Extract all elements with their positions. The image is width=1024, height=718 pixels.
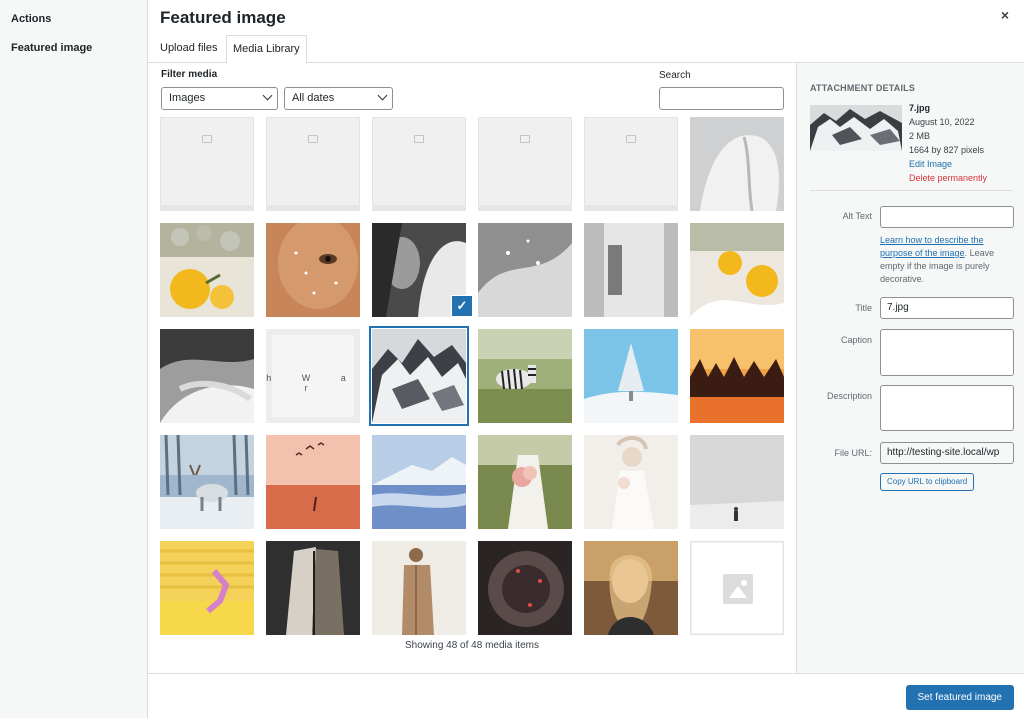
description-label: Description (826, 391, 872, 401)
search-label: Search (659, 70, 691, 81)
details-filename: 7.jpg (909, 103, 931, 113)
alt-text-help: Learn how to describe the purpose of the… (880, 234, 1016, 286)
media-tile-freckles-face[interactable] (266, 223, 360, 317)
media-type-select[interactable]: Images (161, 87, 278, 110)
image-placeholder-icon (308, 135, 318, 143)
media-tile-blue-glacier[interactable] (372, 435, 466, 529)
media-tile-lemons-2[interactable] (690, 223, 784, 317)
edit-image-link[interactable]: Edit Image (909, 157, 987, 171)
media-tile-blank[interactable] (690, 541, 784, 635)
image-placeholder-icon (723, 574, 753, 604)
image-placeholder-icon (414, 135, 424, 143)
router-tabs: Upload files Media Library (148, 35, 1024, 64)
media-tile-placeholder[interactable] (584, 117, 678, 211)
media-tile-white-tshirt[interactable] (584, 223, 678, 317)
delete-permanently-link[interactable]: Delete permanently (909, 171, 987, 185)
details-dimensions: 1664 by 827 pixels (909, 145, 985, 155)
caption-label: Caption (840, 335, 872, 345)
media-tile-snowy-mountain[interactable] (372, 329, 466, 423)
file-url-input[interactable]: http://testing-site.local/wp (880, 442, 1014, 464)
media-tile-round-mirror[interactable] (478, 541, 572, 635)
image-placeholder-icon (520, 135, 530, 143)
alt-text-input[interactable] (880, 206, 1014, 228)
media-tile-reindeer[interactable] (160, 435, 254, 529)
tab-upload-files[interactable]: Upload files (154, 35, 223, 63)
details-meta: 7.jpg August 10, 2022 2 MB 1664 by 827 p… (909, 101, 987, 185)
date-filter-select[interactable]: All dates (284, 87, 393, 110)
selected-check-icon[interactable]: ✓ (452, 296, 472, 316)
modal-title: Featured image (160, 8, 286, 27)
media-tile-sunset-lake[interactable] (690, 329, 784, 423)
chevron-down-icon (262, 90, 273, 101)
media-count: Showing 48 of 48 media items (405, 640, 539, 651)
tile-shadow (160, 205, 254, 211)
description-textarea[interactable] (880, 385, 1014, 431)
media-tile-lemons[interactable] (160, 223, 254, 317)
chevron-down-icon (377, 90, 388, 101)
media-tile-white-fabric[interactable] (478, 223, 572, 317)
media-tile-placeholder[interactable] (372, 117, 466, 211)
tile-shadow (372, 205, 466, 211)
details-thumbnail (810, 105, 902, 151)
alt-text-label: Alt Text (842, 211, 872, 221)
media-tile-placeholder[interactable] (266, 117, 360, 211)
media-menu: Actions Featured image (0, 0, 148, 718)
date-filter-value: All dates (292, 92, 335, 104)
details-divider (810, 190, 1012, 191)
media-tile-bride-flowers[interactable] (584, 435, 678, 529)
close-icon[interactable]: × (998, 8, 1012, 22)
media-tile-zebra[interactable] (478, 329, 572, 423)
media-tile-woman-hair[interactable] (160, 329, 254, 423)
tab-media-library[interactable]: Media Library (226, 35, 307, 64)
tile-letters: h W a r (266, 373, 360, 393)
menu-item-featured-image[interactable]: Featured image (0, 35, 147, 61)
menu-item-actions: Actions (11, 13, 52, 25)
tile-shadow (266, 205, 360, 211)
media-tile-placeholder[interactable] (478, 117, 572, 211)
modal-footer: Set featured image (148, 673, 1024, 718)
media-tile-figure-gray[interactable] (690, 435, 784, 529)
tile-shadow (478, 205, 572, 211)
media-tile-snow-tree[interactable] (584, 329, 678, 423)
caption-textarea[interactable] (880, 329, 1014, 376)
image-placeholder-icon (626, 135, 636, 143)
filter-media-label: Filter media (161, 69, 218, 80)
media-tile-birds-sunset[interactable] (266, 435, 360, 529)
media-type-value: Images (169, 92, 206, 104)
attachment-details-sidebar: Attachment Details 7.jpg August 10, 2022… (796, 63, 1024, 673)
media-tile-bride-bouquet[interactable] (478, 435, 572, 529)
file-url-label: File URL: (834, 448, 872, 458)
search-input[interactable] (659, 87, 784, 110)
details-date: August 10, 2022 (909, 117, 975, 127)
media-tile-layered-coats[interactable] (266, 541, 360, 635)
media-tile-yellow-slide[interactable] (160, 541, 254, 635)
media-tile-placeholder[interactable] (160, 117, 254, 211)
image-placeholder-icon (202, 135, 212, 143)
media-tile-beige-coat[interactable] (372, 541, 466, 635)
details-size: 2 MB (909, 131, 931, 141)
tile-shadow (584, 205, 678, 211)
media-tile-letters-print[interactable]: h W a r (266, 329, 360, 423)
set-featured-image-button[interactable]: Set featured image (905, 685, 1014, 710)
details-heading: Attachment Details (810, 83, 916, 93)
title-input[interactable]: 7.jpg (880, 297, 1014, 319)
media-tile-smiling-woman[interactable] (584, 541, 678, 635)
title-label: Title (855, 303, 872, 313)
media-tile-white-shirt[interactable] (690, 117, 784, 211)
copy-url-button[interactable]: Copy URL to clipboard (880, 473, 975, 491)
